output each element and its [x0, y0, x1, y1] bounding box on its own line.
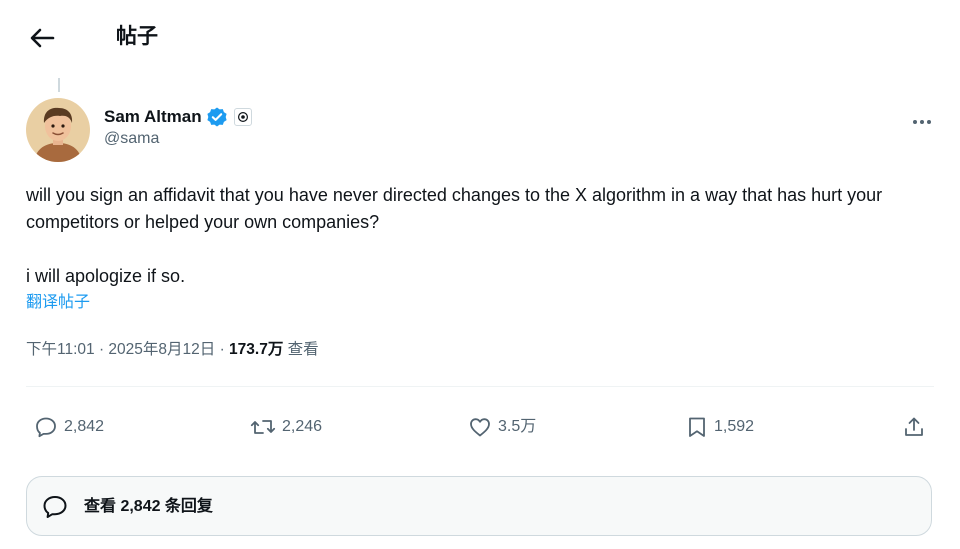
- heart-icon: [470, 418, 490, 437]
- bookmark-button[interactable]: 1,592: [686, 412, 754, 442]
- more-options-button[interactable]: [906, 108, 938, 136]
- author-handle[interactable]: @sama: [104, 129, 159, 149]
- repost-icon: [250, 420, 276, 434]
- verified-badge-icon: [206, 106, 228, 128]
- bookmark-count: 1,592: [714, 418, 755, 435]
- avatar[interactable]: [26, 98, 90, 162]
- affiliation-badge-icon[interactable]: [234, 108, 252, 126]
- replies-icon: [42, 494, 70, 520]
- divider: [26, 386, 934, 387]
- like-count: 3.5万: [498, 418, 537, 435]
- repost-count: 2,246: [282, 418, 323, 435]
- like-button[interactable]: 3.5万: [468, 412, 536, 442]
- meta-separator: ·: [215, 341, 230, 358]
- reply-count: 2,842: [64, 418, 105, 435]
- view-replies-label: 查看 2,842 条回复: [84, 498, 213, 515]
- repost-button[interactable]: 2,246: [250, 412, 322, 442]
- views-label: 查看: [287, 341, 319, 358]
- reply-button[interactable]: 2,842: [34, 412, 104, 442]
- tweet-text: will you sign an affidavit that you have…: [26, 185, 883, 286]
- reply-icon: [36, 417, 56, 438]
- translate-post-link[interactable]: 翻译帖子: [26, 291, 90, 315]
- share-icon: [905, 417, 923, 436]
- thread-connector: [58, 78, 60, 92]
- meta-separator: ·: [94, 341, 109, 358]
- views-count: 173.7万: [229, 341, 284, 358]
- arrow-left-icon: [30, 28, 55, 48]
- tweet-date[interactable]: 2025年8月12日: [108, 341, 215, 358]
- author-display-name[interactable]: Sam Altman: [104, 106, 202, 128]
- more-icon: [913, 120, 931, 124]
- avatar-illustration: [26, 98, 90, 162]
- page-title: 帖子: [116, 25, 158, 48]
- tweet-time[interactable]: 下午11:01: [26, 341, 95, 358]
- tweet-metadata: 下午11:01 · 2025年8月12日 · 173.7万 查看: [26, 338, 319, 362]
- back-button[interactable]: [22, 18, 62, 58]
- bookmark-icon: [689, 417, 705, 437]
- share-button[interactable]: [902, 412, 926, 442]
